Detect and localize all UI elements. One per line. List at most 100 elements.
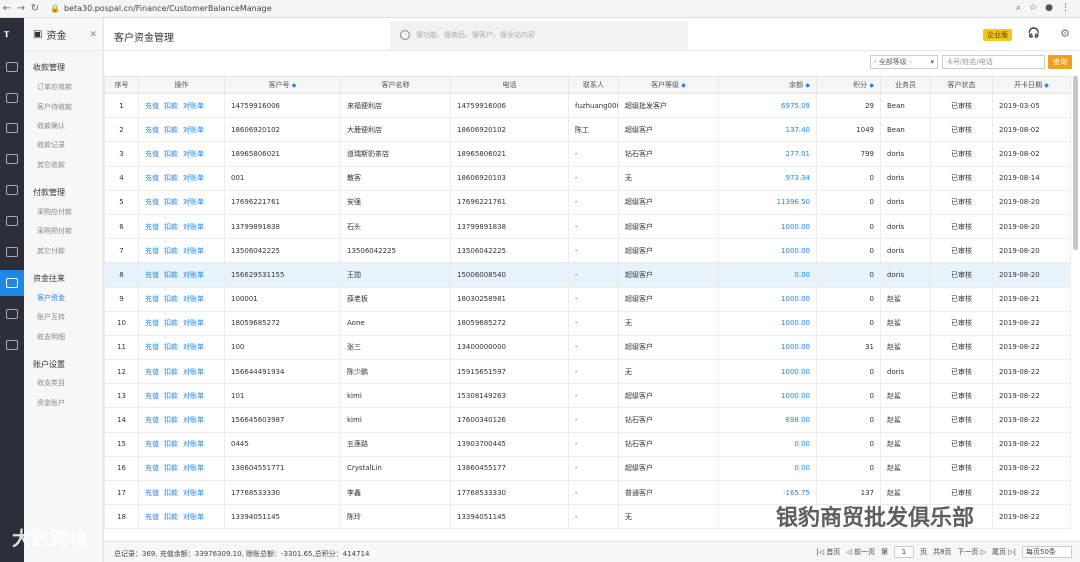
recharge-link[interactable]: 充值 bbox=[145, 319, 159, 327]
statement-link[interactable]: 对账单 bbox=[183, 102, 204, 110]
sort-icon[interactable]: ◆ bbox=[1044, 82, 1049, 89]
table-row[interactable]: 12 充值 扣款 对账单 156644491934 陈少鹏 15915651597- 无 100… bbox=[104, 359, 1071, 385]
settings-icon[interactable] bbox=[6, 309, 18, 319]
recharge-link[interactable]: 充值 bbox=[145, 174, 159, 182]
home-icon[interactable] bbox=[6, 62, 18, 72]
account-icon[interactable]: ● bbox=[1045, 3, 1053, 13]
sales-icon[interactable] bbox=[6, 93, 18, 103]
table-row[interactable]: 8 充值 扣款 对账单 156629531155 王勋 15006008540- 超级客户 0.… bbox=[104, 262, 1071, 288]
deduct-link[interactable]: 扣款 bbox=[164, 513, 178, 521]
deduct-link[interactable]: 扣款 bbox=[164, 295, 178, 303]
submenu-item[interactable]: 客户待收款 bbox=[37, 102, 72, 112]
table-row[interactable]: 13 充值 扣款 对账单 101 kimi 15308149263- 超级客户 1000.00 0… bbox=[104, 383, 1071, 409]
submenu-item[interactable]: 订单应收款 bbox=[37, 82, 72, 92]
recharge-link[interactable]: 充值 bbox=[145, 102, 159, 110]
submenu-item[interactable]: 收支明细 bbox=[37, 332, 65, 342]
star-icon[interactable]: ☆ bbox=[1029, 3, 1037, 13]
col-customer-no[interactable]: 客户号 ◆ bbox=[224, 76, 341, 94]
deduct-link[interactable]: 扣款 bbox=[164, 126, 178, 134]
deduct-link[interactable]: 扣款 bbox=[164, 247, 178, 255]
table-row[interactable]: 3 充值 扣款 对账单 18965806021 道瑞斯奶茶店 18965806021- 钻石客… bbox=[104, 141, 1071, 167]
deduct-link[interactable]: 扣款 bbox=[164, 464, 178, 472]
zoom-icon[interactable]: ⌕ bbox=[1016, 3, 1021, 13]
query-button[interactable]: 查询 bbox=[1048, 55, 1072, 69]
table-row[interactable]: 1 充值 扣款 对账单 14759916006 来福便利店 14759916006 fuzhu… bbox=[104, 92, 1071, 119]
recharge-link[interactable]: 充值 bbox=[145, 392, 159, 400]
submenu-item[interactable]: 采购预付款 bbox=[37, 226, 72, 236]
statement-link[interactable]: 对账单 bbox=[183, 198, 204, 206]
recharge-link[interactable]: 充值 bbox=[145, 416, 159, 424]
statement-link[interactable]: 对账单 bbox=[183, 247, 204, 255]
sort-icon[interactable]: ◆ bbox=[681, 82, 686, 89]
table-row[interactable]: 14 充值 扣款 对账单 156645603987 kimi 17600340126- 钻石客… bbox=[104, 407, 1071, 433]
reload-icon[interactable]: ↻ bbox=[28, 3, 42, 14]
first-page-button[interactable]: |◁ 首页 bbox=[816, 547, 840, 557]
deduct-link[interactable]: 扣款 bbox=[164, 416, 178, 424]
table-row[interactable]: 7 充值 扣款 对账单 13506042225 13506042225 1350604222… bbox=[104, 238, 1071, 264]
page-input[interactable]: 1 bbox=[893, 546, 914, 558]
report-icon[interactable] bbox=[6, 247, 18, 257]
col-open-date[interactable]: 开卡日期 ◆ bbox=[992, 76, 1071, 94]
submenu-item[interactable]: 收支类目 bbox=[37, 378, 65, 388]
statement-link[interactable]: 对账单 bbox=[183, 271, 204, 279]
back-icon[interactable]: ← bbox=[0, 3, 14, 14]
global-search-input[interactable]: 搜功能、搜商品、搜客户、搜全站内容 bbox=[390, 21, 688, 49]
recharge-link[interactable]: 充值 bbox=[145, 271, 159, 279]
page-size-select[interactable]: 每页50条 bbox=[1022, 546, 1072, 558]
url-bar[interactable]: beta30.pospal.cn/Finance/CustomerBalance… bbox=[64, 4, 272, 13]
deduct-link[interactable]: 扣款 bbox=[164, 102, 178, 110]
finance-icon[interactable] bbox=[6, 278, 18, 288]
deduct-link[interactable]: 扣款 bbox=[164, 343, 178, 351]
marketing-icon[interactable] bbox=[6, 185, 18, 195]
submenu-item[interactable]: 其它付款 bbox=[37, 246, 65, 256]
statement-link[interactable]: 对账单 bbox=[183, 295, 204, 303]
deduct-link[interactable]: 扣款 bbox=[164, 489, 178, 497]
store-icon[interactable] bbox=[6, 216, 18, 226]
sort-icon[interactable]: ◆ bbox=[805, 82, 810, 89]
recharge-link[interactable]: 充值 bbox=[145, 247, 159, 255]
submenu-item[interactable]: 采购应付款 bbox=[37, 207, 72, 217]
product-icon[interactable] bbox=[6, 123, 18, 133]
submenu-item[interactable]: 收款记录 bbox=[37, 140, 65, 150]
submenu-item[interactable]: 收款确认 bbox=[37, 121, 65, 131]
submenu-item-customer-funds[interactable]: 客户资金 bbox=[37, 293, 65, 303]
forward-icon[interactable]: → bbox=[14, 3, 28, 14]
deduct-link[interactable]: 扣款 bbox=[164, 271, 178, 279]
tools-icon[interactable] bbox=[6, 340, 18, 350]
statement-link[interactable]: 对账单 bbox=[183, 392, 204, 400]
col-level[interactable]: 客户等级 ◆ bbox=[618, 76, 719, 94]
last-page-button[interactable]: 尾页 ▷| bbox=[992, 547, 1016, 557]
recharge-link[interactable]: 充值 bbox=[145, 295, 159, 303]
table-row[interactable]: 11 充值 扣款 对账单 100 张三 13400000000- 超级客户 1000.00 31 赵… bbox=[104, 334, 1071, 361]
table-row[interactable]: 4 充值 扣款 对账单 001 散客 18606920103- 无 973.34 0 doris 已审… bbox=[104, 165, 1071, 191]
statement-link[interactable]: 对账单 bbox=[183, 319, 204, 327]
table-row[interactable]: 9 充值 扣款 对账单 100001 薛老板 18030258981- 超级客户 1000.00… bbox=[104, 286, 1071, 312]
table-row[interactable]: 16 充值 扣款 对账单 138604551771 CrystalLin 138604551… bbox=[104, 455, 1071, 482]
statement-link[interactable]: 对账单 bbox=[183, 126, 204, 134]
recharge-link[interactable]: 充值 bbox=[145, 368, 159, 376]
deduct-link[interactable]: 扣款 bbox=[164, 440, 178, 448]
statement-link[interactable]: 对账单 bbox=[183, 150, 204, 158]
menu-icon[interactable]: ⋮ bbox=[1061, 3, 1070, 13]
statement-link[interactable]: 对账单 bbox=[183, 368, 204, 376]
statement-link[interactable]: 对账单 bbox=[183, 174, 204, 182]
statement-link[interactable]: 对账单 bbox=[183, 464, 204, 472]
col-balance[interactable]: 余额 ◆ bbox=[718, 76, 817, 94]
recharge-link[interactable]: 充值 bbox=[145, 126, 159, 134]
close-icon[interactable]: ✕ bbox=[89, 30, 97, 40]
deduct-link[interactable]: 扣款 bbox=[164, 319, 178, 327]
statement-link[interactable]: 对账单 bbox=[183, 343, 204, 351]
gear-icon[interactable]: ⚙ bbox=[1060, 27, 1070, 40]
deduct-link[interactable]: 扣款 bbox=[164, 368, 178, 376]
submenu-item[interactable]: 其它收款 bbox=[37, 160, 65, 170]
deduct-link[interactable]: 扣款 bbox=[164, 150, 178, 158]
deduct-link[interactable]: 扣款 bbox=[164, 174, 178, 182]
headset-icon[interactable]: 🎧 bbox=[1028, 28, 1040, 39]
deduct-link[interactable]: 扣款 bbox=[164, 198, 178, 206]
member-icon[interactable] bbox=[6, 154, 18, 164]
col-points[interactable]: 积分 ◆ bbox=[816, 76, 881, 94]
scrollbar[interactable] bbox=[1073, 76, 1078, 250]
submenu-item[interactable]: 资金账户 bbox=[37, 398, 65, 408]
recharge-link[interactable]: 充值 bbox=[145, 440, 159, 448]
recharge-link[interactable]: 充值 bbox=[145, 223, 159, 231]
